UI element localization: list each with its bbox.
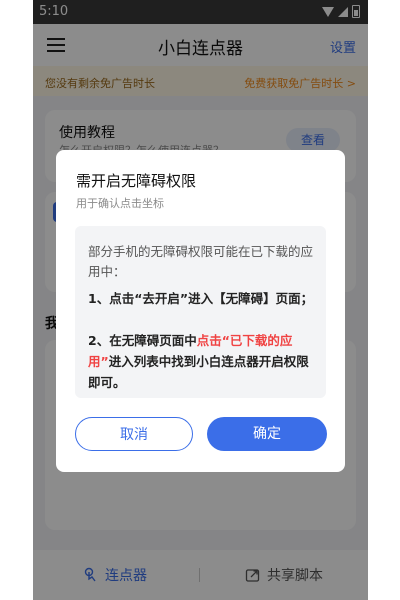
- dialog-title: 需开启无障碍权限: [76, 172, 197, 190]
- accessibility-permission-dialog: 需开启无障碍权限 用于确认点击坐标 部分手机的无障碍权限可能在已下载的应用中： …: [56, 150, 345, 472]
- right-bezel: [368, 0, 400, 600]
- instructions-box: 部分手机的无障碍权限可能在已下载的应用中： 1、点击“去开启”进入【无障碍】页面…: [75, 226, 326, 398]
- dialog-subtitle: 用于确认点击坐标: [76, 197, 164, 210]
- step-2-suffix: 进入列表中找到小白连点器开启权限即可。: [88, 354, 309, 390]
- instructions-intro: 部分手机的无障碍权限可能在已下载的应用中：: [88, 244, 314, 279]
- confirm-button[interactable]: 确定: [207, 417, 327, 451]
- left-bezel: [0, 0, 33, 600]
- instructions-step-2: 2、在无障碍页面中点击“已下载的应用”进入列表中找到小白连点器开启权限即可。: [88, 330, 316, 393]
- phone-screen: 5:10 小白连点器 设置 您没有剩余免广告时长 免费获取免广告时长 > 使用教…: [33, 0, 368, 600]
- step-2-prefix: 2、在无障碍页面中: [88, 333, 197, 348]
- cancel-button[interactable]: 取消: [75, 417, 193, 451]
- instructions-step-1: 1、点击“去开启”进入【无障碍】页面；: [88, 291, 314, 306]
